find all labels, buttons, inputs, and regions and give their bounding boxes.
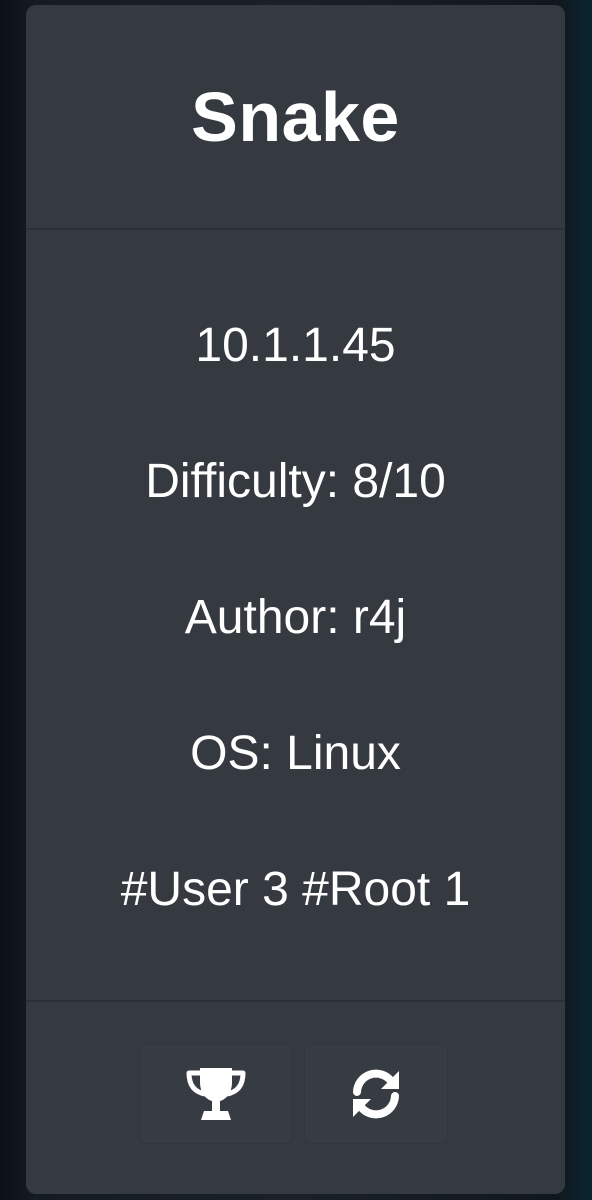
machine-owns-stats: #User 3 #Root 1 (120, 863, 471, 916)
machine-author: Author: r4j (184, 591, 407, 644)
refresh-button[interactable] (305, 1045, 447, 1143)
machine-ip: 10.1.1.45 (195, 319, 396, 372)
refresh-icon (353, 1069, 399, 1119)
machine-difficulty: Difficulty: 8/10 (145, 455, 446, 508)
card-footer (26, 1002, 565, 1194)
machine-details: 10.1.1.45 Difficulty: 8/10 Author: r4j O… (26, 230, 565, 1002)
card-header: Snake (26, 5, 565, 230)
machine-card: Snake 10.1.1.45 Difficulty: 8/10 Author:… (26, 5, 565, 1194)
trophy-button[interactable] (140, 1045, 292, 1143)
machine-title: Snake (191, 77, 400, 156)
trophy-icon (186, 1068, 246, 1120)
machine-os: OS: Linux (190, 727, 401, 780)
